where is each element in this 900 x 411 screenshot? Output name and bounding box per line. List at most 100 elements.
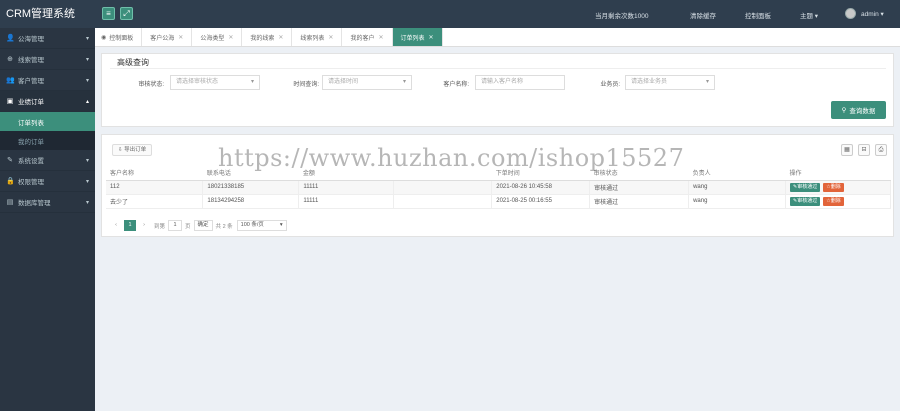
export-orders-button[interactable]: ⇩ 导出订单 bbox=[112, 144, 153, 156]
column-header[interactable]: 审核状态 bbox=[589, 166, 689, 181]
customer-name-input[interactable]: 请输入客户名称 bbox=[475, 75, 565, 90]
chevron-down-icon: ▾ bbox=[250, 79, 254, 85]
column-header[interactable]: 金额 bbox=[298, 166, 394, 181]
sidebar-item[interactable]: ✎ 系统设置 ▾ bbox=[0, 150, 95, 171]
table-cell: 审核通过 bbox=[589, 194, 690, 209]
filter-label-status: 审核状态: bbox=[138, 82, 164, 88]
search-button[interactable]: ⚲ 查询数据 bbox=[831, 101, 886, 119]
delete-button[interactable]: ☆删除 bbox=[823, 196, 844, 206]
sidebar-item-label: 客户管理 bbox=[18, 78, 44, 85]
tab[interactable]: 我的客户 ✕ bbox=[342, 28, 393, 46]
time-select[interactable]: 请选择时间 ▾ bbox=[322, 75, 412, 90]
tab[interactable]: 订单列表 ✕ bbox=[392, 28, 443, 46]
tab-label: 客户公海 bbox=[150, 35, 175, 42]
sidebar-item[interactable]: ▤ 数据库管理 ▾ bbox=[0, 192, 95, 213]
approve-button[interactable]: ✎审核通过 bbox=[790, 182, 821, 192]
table-cell: 2021-08-25 00:16:55 bbox=[491, 194, 591, 209]
print-button[interactable]: ⎙ bbox=[875, 144, 887, 156]
next-page-button[interactable]: › bbox=[138, 220, 150, 231]
tab[interactable]: 我的线索 ✕ bbox=[242, 28, 293, 46]
page-unit-label: 页 bbox=[185, 223, 191, 230]
sidebar-item-label: 权限管理 bbox=[18, 179, 44, 186]
salesman-select[interactable]: 请选择业务员 ▾ bbox=[625, 75, 715, 90]
tab-bar: ◉ 控制面板 客户公海 ✕ 公海类型 ✕ 我的线索 ✕ 线索列表 ✕ 我的客户 ✕ 订单列表 ✕ bbox=[95, 28, 900, 47]
pagination: ‹ 1 › 到第 1 页 确定 共 2 条 100 条/页 ▾ bbox=[110, 220, 287, 231]
column-header[interactable]: 下单时间 bbox=[491, 166, 590, 181]
column-header[interactable]: 操作 bbox=[785, 166, 891, 181]
fullscreen-button[interactable]: ⤢ bbox=[120, 7, 133, 20]
sidebar-item-label: 线索管理 bbox=[18, 57, 44, 64]
theme-dropdown[interactable]: 主题 ▾ bbox=[800, 10, 818, 20]
orders-table-panel: ⇩ 导出订单 ▦ ⊟ ⎙ 客户名称 联系电话 金额 下单时间 审核状态 负责人 操作 1 1 2… bbox=[101, 134, 894, 237]
top-header: ≡ ⤢ 当月剩余次数1000 清除缓存 控制面板 主题 ▾ admin ▾ bbox=[95, 0, 900, 28]
table-cell: 11111 bbox=[298, 194, 395, 209]
tab[interactable]: 客户公海 ✕ bbox=[142, 28, 193, 46]
query-panel: 高级查询 审核状态: 请选择审核状态 ▾ 时间查询: 请选择时间 ▾ 客户名称: 请… bbox=[101, 53, 894, 127]
divider bbox=[110, 68, 886, 69]
filter-label-customer: 客户名称: bbox=[443, 82, 469, 88]
approve-button[interactable]: ✎审核通过 bbox=[790, 196, 821, 206]
column-header[interactable]: 客户名称 bbox=[106, 166, 203, 181]
prev-page-button[interactable]: ‹ bbox=[110, 220, 122, 231]
tab-label: 公海类型 bbox=[200, 35, 225, 42]
sidebar-item-label: 业绩订单 bbox=[18, 99, 44, 106]
user-menu[interactable]: admin ▾ bbox=[861, 10, 884, 18]
chevron-down-icon: ▾ bbox=[279, 222, 283, 228]
table-cell: wang bbox=[688, 180, 787, 195]
per-page-select[interactable]: 100 条/页 ▾ bbox=[236, 220, 287, 231]
tab-label: 订单列表 bbox=[400, 35, 425, 42]
chevron-down-icon: ▾ bbox=[85, 77, 89, 84]
sidebar: CRM管理系统 👤 公海管理 ▾ ⊕ 线索管理 ▾ 👥 客户管理 ▾ ▣ 业绩订单 ▴ 订单列表 我的订单… bbox=[0, 0, 95, 411]
sidebar-item[interactable]: 👥 客户管理 ▾ bbox=[0, 70, 95, 91]
remaining-count: 当月剩余次数1000 bbox=[595, 13, 649, 20]
table-icon: ⊟ bbox=[861, 147, 867, 153]
query-title: 高级查询 bbox=[117, 58, 149, 67]
sidebar-item[interactable]: 👤 公海管理 ▾ bbox=[0, 28, 95, 49]
chevron-down-icon: ▾ bbox=[85, 199, 89, 206]
status-select[interactable]: 请选择审核状态 ▾ bbox=[170, 75, 260, 90]
columns-toggle-button[interactable]: ▦ bbox=[841, 144, 853, 156]
export-data-button[interactable]: ⊟ bbox=[858, 144, 870, 156]
close-icon[interactable]: ✕ bbox=[429, 34, 434, 41]
briefcase-icon: ▣ bbox=[6, 98, 14, 105]
sidebar-subitem[interactable]: 订单列表 bbox=[0, 112, 95, 131]
clear-cache-link[interactable]: 清除缓存 bbox=[690, 10, 716, 20]
print-icon: ⎙ bbox=[878, 147, 884, 153]
database-icon: ▤ bbox=[6, 199, 14, 206]
page-1-button[interactable]: 1 bbox=[124, 220, 136, 231]
menu-toggle-button[interactable]: ≡ bbox=[102, 7, 115, 20]
delete-button[interactable]: ☆删除 bbox=[823, 182, 844, 192]
sidebar-item[interactable]: ▣ 业绩订单 ▴ bbox=[0, 91, 95, 112]
table-cell: 去少了 bbox=[106, 194, 204, 209]
tab[interactable]: ◉ 控制面板 bbox=[95, 28, 143, 46]
control-panel-link[interactable]: 控制面板 bbox=[745, 10, 771, 20]
table-cell bbox=[393, 180, 493, 195]
tab[interactable]: 线索列表 ✕ bbox=[292, 28, 343, 46]
close-icon[interactable]: ✕ bbox=[228, 34, 233, 41]
table-cell: wang bbox=[688, 194, 787, 209]
column-header[interactable]: 负责人 bbox=[688, 166, 786, 181]
wrench-icon: ✎ bbox=[7, 157, 13, 164]
sidebar-item[interactable]: ⊕ 线索管理 ▾ bbox=[0, 49, 95, 70]
chevron-down-icon: ▾ bbox=[402, 79, 406, 85]
tab[interactable]: 公海类型 ✕ bbox=[192, 28, 243, 46]
chevron-down-icon: ▾ bbox=[85, 35, 89, 42]
goto-confirm-button[interactable]: 确定 bbox=[193, 220, 213, 231]
column-header[interactable] bbox=[393, 166, 492, 181]
column-header[interactable]: 联系电话 bbox=[202, 166, 299, 181]
orders-table: 客户名称 联系电话 金额 下单时间 审核状态 负责人 操作 112 18021338185 11… bbox=[106, 166, 891, 209]
expand-icon: ⤢ bbox=[123, 9, 130, 18]
close-icon[interactable]: ✕ bbox=[328, 34, 333, 41]
lock-icon: 🔒 bbox=[6, 178, 15, 185]
table-cell: 审核通过 bbox=[589, 180, 690, 195]
sidebar-subitem[interactable]: 我的订单 bbox=[0, 131, 95, 150]
avatar[interactable] bbox=[845, 8, 856, 19]
close-icon[interactable]: ✕ bbox=[278, 34, 283, 41]
chevron-down-icon: ▾ bbox=[705, 79, 709, 85]
total-count: 共 2 条 bbox=[215, 223, 233, 230]
sidebar-item[interactable]: 🔒 权限管理 ▾ bbox=[0, 171, 95, 192]
close-icon[interactable]: ✕ bbox=[378, 34, 383, 41]
sidebar-item-label: 公海管理 bbox=[18, 36, 44, 43]
close-icon[interactable]: ✕ bbox=[178, 34, 183, 41]
goto-page-input[interactable]: 1 bbox=[168, 220, 183, 231]
